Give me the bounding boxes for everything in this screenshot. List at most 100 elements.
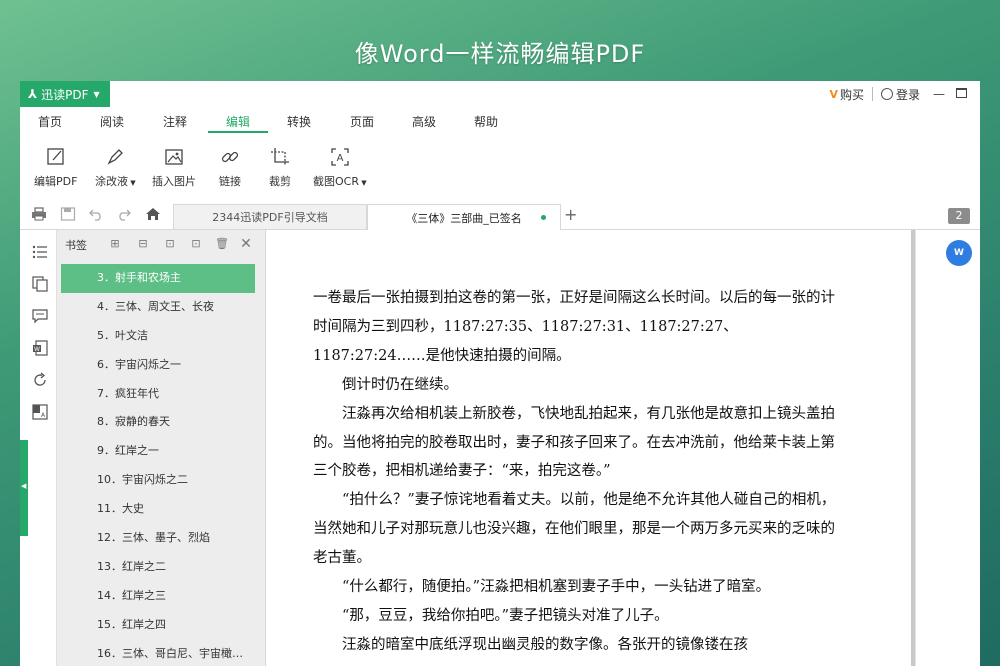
add-bookmark-icon[interactable]: ⊡ [164, 238, 176, 250]
chevron-down-icon: ▼ [93, 89, 100, 99]
title-bar: ⅄ 迅读PDF ▼ V 购买 登录 — [20, 81, 980, 107]
thumbnails-icon[interactable] [32, 276, 48, 292]
side-rail: W A ◀ [20, 230, 57, 666]
save-icon[interactable] [60, 207, 76, 221]
link-label: 链接 [219, 175, 241, 188]
active-tab-indicator [208, 131, 268, 133]
correction-pen-icon [105, 147, 125, 167]
paragraph: “那，豆豆，我给你拍吧。”妻子把镜头对准了儿子。 [342, 607, 669, 624]
maximize-button[interactable] [950, 87, 972, 101]
bookmark-panel-title: 书签 [65, 239, 87, 252]
insert-image-button[interactable]: 插入图片 [152, 147, 196, 189]
tab-advanced[interactable]: 高级 [394, 113, 454, 130]
title-actions: V 购买 登录 — [829, 81, 972, 107]
image-icon [164, 147, 184, 167]
refresh-icon[interactable] [32, 372, 48, 388]
edit-pdf-label: 编辑PDF [34, 175, 78, 188]
bookmark-item-8[interactable]: 8．寂静的春天 [57, 408, 265, 437]
screenshot-ocr-label: 截图OCR ▼ [313, 173, 367, 189]
maximize-icon [955, 88, 967, 98]
bookmark-list-icon[interactable] [32, 244, 48, 260]
redo-icon[interactable] [116, 207, 132, 221]
bookmark-item-14[interactable]: 14．红岸之三 [57, 582, 265, 611]
new-tab-button[interactable]: + [564, 205, 577, 224]
bookmark-panel-header: 书签 ⊞ ⊟ ⊡ ⊡ 🗑 ✕ [57, 230, 265, 258]
menu-bar: 首页 阅读 注释 编辑 转换 页面 高级 帮助 [20, 107, 980, 135]
collapse-panel-handle[interactable]: ◀ [20, 440, 28, 536]
ocr-icon: A [330, 147, 350, 167]
app-menu-button[interactable]: ⅄ 迅读PDF ▼ [20, 81, 110, 107]
svg-text:W: W [34, 346, 40, 353]
print-icon[interactable] [31, 207, 47, 221]
link-icon [220, 147, 240, 167]
chevron-left-icon: ◀ [21, 482, 27, 490]
bookmark-item-4[interactable]: 4．三体、周文王、长夜 [57, 293, 265, 322]
home-icon[interactable] [145, 207, 161, 221]
app-window: ⅄ 迅读PDF ▼ V 购买 登录 — 首页 阅读 注释 编辑 转换 页面 高级… [20, 81, 980, 666]
vip-icon: V [829, 87, 838, 101]
page-text[interactable]: 一卷最后一张拍摄到拍这卷的第一张，正好是间隔这么长时间。以后的每一张的计时间隔为… [313, 284, 843, 660]
pdf-to-word-icon[interactable]: W [946, 240, 972, 266]
crop-button[interactable]: 裁剪 [269, 147, 291, 189]
buy-button[interactable]: 购买 [840, 86, 864, 103]
unsaved-dot-icon [541, 215, 546, 220]
edit-pdf-button[interactable]: 编辑PDF [34, 147, 77, 189]
banner-title: 像Word一样流畅编辑PDF [354, 40, 646, 68]
tab-read[interactable]: 阅读 [82, 113, 142, 130]
bookmark-item-11[interactable]: 11．大史 [57, 495, 265, 524]
bookmark-item-3[interactable]: 3．射手和农场主 [61, 264, 255, 293]
bookmark-item-16[interactable]: 16．三体、哥白尼、宇宙橄… [57, 640, 265, 666]
tab-annotate[interactable]: 注释 [145, 113, 205, 130]
tab-guide-document[interactable]: 2344迅读PDF引导文档 [173, 204, 367, 229]
link-button[interactable]: 链接 [219, 147, 241, 189]
translate-icon[interactable]: A [32, 404, 48, 420]
chevron-down-icon: ▼ [128, 179, 136, 187]
convert-word-icon[interactable]: W [32, 340, 48, 356]
collapse-all-icon[interactable]: ⊟ [137, 238, 149, 250]
tab-home[interactable]: 首页 [20, 113, 80, 130]
paragraph: 倒计时仍在继续。 [342, 376, 458, 393]
correction-text: 涂改液 [95, 175, 128, 188]
paragraph: “什么都行，随便拍。”汪淼把相机塞到妻子手中，一头钻进了暗室。 [342, 579, 771, 596]
bookmark-item-7[interactable]: 7．疯狂年代 [57, 380, 265, 409]
svg-text:A: A [41, 412, 46, 419]
minimize-button[interactable]: — [928, 87, 950, 101]
bookmark-item-12[interactable]: 12．三体、墨子、烈焰 [57, 524, 265, 553]
bookmark-item-6[interactable]: 6．宇宙闪烁之一 [57, 351, 265, 380]
screenshot-ocr-text: 截图OCR [313, 175, 359, 188]
comment-icon[interactable] [32, 308, 48, 324]
tab-three-body[interactable]: 《三体》三部曲_已签名 [367, 204, 561, 230]
bookmark-item-9[interactable]: 9．红岸之一 [57, 437, 265, 466]
crop-icon [270, 147, 290, 167]
bookmark-item-15[interactable]: 15．红岸之四 [57, 611, 265, 640]
login-button[interactable]: 登录 [896, 86, 920, 103]
undo-icon[interactable] [88, 207, 104, 221]
bookmark-item-10[interactable]: 10．宇宙闪烁之二 [57, 466, 265, 495]
right-rail: W [915, 230, 980, 666]
tab-edit[interactable]: 编辑 [208, 113, 268, 130]
tab-help[interactable]: 帮助 [456, 113, 516, 130]
crop-label: 裁剪 [269, 175, 291, 188]
bookmark-item-13[interactable]: 13．红岸之二 [57, 553, 265, 582]
bookmark-settings-icon[interactable]: ⊡ [190, 238, 202, 250]
paragraph: 汪淼的暗室中底纸浮现出幽灵般的数字像。各张开的镜像镂在孩 [342, 636, 748, 653]
trash-icon[interactable]: 🗑 [215, 238, 229, 250]
divider [871, 87, 873, 101]
paragraph: 一卷最后一张拍摄到拍这卷的第一张，正好是间隔这么长时间。以后的每一张的计时间隔为… [313, 290, 835, 364]
insert-image-label: 插入图片 [152, 175, 196, 188]
pdf-page[interactable]: 一卷最后一张拍摄到拍这卷的第一张，正好是间隔这么长时间。以后的每一张的计时间隔为… [266, 230, 912, 666]
bookmark-panel: 书签 ⊞ ⊟ ⊡ ⊡ 🗑 ✕ 3．射手和农场主 4．三体、周文王、长夜 5．叶文… [57, 230, 266, 666]
bookmark-list: 3．射手和农场主 4．三体、周文王、长夜 5．叶文洁 6．宇宙闪烁之一 7．疯狂… [57, 264, 265, 666]
screenshot-ocr-button[interactable]: A 截图OCR ▼ [313, 147, 367, 189]
bookmark-item-5[interactable]: 5．叶文洁 [57, 322, 265, 351]
page-count-badge: 2 [948, 208, 970, 224]
document-viewport[interactable]: 一卷最后一张拍摄到拍这卷的第一张，正好是间隔这么长时间。以后的每一张的计时间隔为… [266, 230, 912, 666]
paragraph: 汪淼再次给相机装上新胶卷，飞快地乱拍起来，有几张他是故意扣上镜头盖拍的。当他将拍… [313, 405, 835, 480]
expand-all-icon[interactable]: ⊞ [109, 238, 121, 250]
tab-guide-document-label: 2344迅读PDF引导文档 [212, 211, 328, 224]
tab-convert[interactable]: 转换 [269, 113, 329, 130]
edit-toolbar: 编辑PDF 涂改液 ▼ 插入图片 链接 裁剪 A 截图OCR ▼ [20, 135, 980, 197]
close-icon[interactable]: ✕ [240, 237, 252, 251]
tab-page[interactable]: 页面 [332, 113, 392, 130]
correction-button[interactable]: 涂改液 ▼ [95, 147, 136, 189]
